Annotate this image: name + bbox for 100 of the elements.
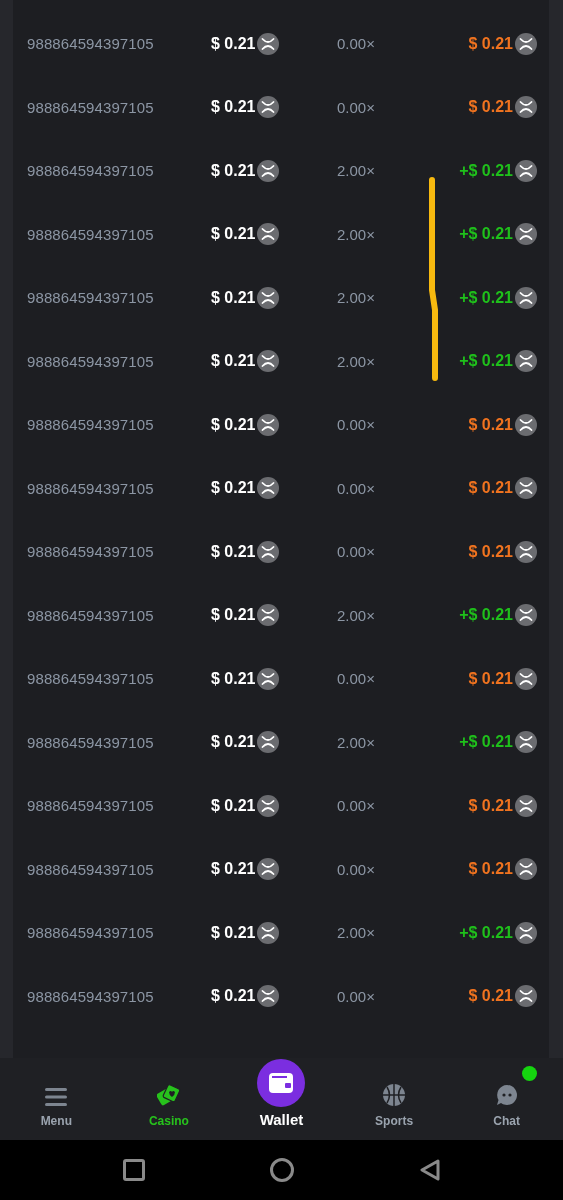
bet-id: 988864594397105 — [27, 289, 155, 307]
coin-icon — [257, 794, 280, 817]
bet-id: 988864594397105 — [27, 35, 155, 53]
payout-amount: $ 0.21 — [468, 415, 513, 434]
coin-icon — [515, 794, 537, 817]
bet-amount: $ 0.21 — [211, 161, 256, 180]
coin-icon — [515, 604, 537, 627]
nav-tab[interactable]: Casino — [112, 1084, 226, 1128]
bet-amount: $ 0.21 — [211, 542, 256, 561]
multiplier: 0.00× — [337, 543, 376, 561]
bet-id: 988864594397105 — [27, 924, 155, 942]
payout-amount: +$ 0.21 — [459, 225, 513, 244]
coin-icon — [515, 96, 537, 119]
bet-amount: $ 0.21 — [211, 733, 256, 752]
bet-id: 988864594397105 — [27, 543, 155, 561]
cards-icon — [156, 1084, 181, 1106]
coin-icon — [515, 350, 537, 373]
multiplier: 2.00× — [337, 924, 376, 942]
coin-icon — [257, 604, 280, 627]
payout-amount: $ 0.21 — [468, 987, 513, 1006]
multiplier: 2.00× — [337, 733, 376, 751]
coin-icon — [515, 286, 537, 309]
payout-amount: $ 0.21 — [468, 98, 513, 117]
coin-icon — [515, 858, 537, 881]
multiplier: 2.00× — [337, 352, 376, 370]
multiplier: 2.00× — [337, 606, 376, 624]
basketball-icon — [383, 1084, 406, 1106]
coin-icon — [257, 921, 280, 944]
payout-amount: $ 0.21 — [468, 542, 513, 561]
coin-icon — [515, 413, 537, 436]
bet-id: 988864594397105 — [27, 416, 155, 434]
coin-icon — [257, 32, 280, 55]
bet-amount: $ 0.21 — [211, 225, 256, 244]
coin-icon — [257, 413, 280, 436]
bet-amount: $ 0.21 — [211, 606, 256, 625]
bet-id: 988864594397105 — [27, 733, 155, 751]
coin-icon — [257, 667, 280, 690]
bet-id: 988864594397105 — [27, 225, 155, 243]
coin-icon — [515, 159, 537, 182]
nav-tab[interactable]: Sports — [337, 1084, 451, 1128]
coin-icon — [515, 540, 537, 563]
multiplier: 2.00× — [337, 162, 376, 180]
coin-icon — [515, 985, 537, 1008]
multiplier: 0.00× — [337, 987, 376, 1005]
back-button[interactable] — [418, 1159, 441, 1181]
bet-amount: $ 0.21 — [211, 34, 256, 53]
multiplier: 0.00× — [337, 670, 376, 688]
coin-icon — [257, 223, 280, 246]
coin-icon — [257, 159, 280, 182]
chat-icon — [495, 1084, 518, 1106]
menu-icon — [45, 1088, 68, 1106]
bet-amount: $ 0.21 — [211, 479, 256, 498]
coin-icon — [257, 96, 280, 119]
bet-amount: $ 0.21 — [211, 288, 256, 307]
multiplier: 0.00× — [337, 797, 376, 815]
bet-id: 988864594397105 — [27, 670, 155, 688]
multiplier: 0.00× — [337, 98, 376, 116]
payout-amount: $ 0.21 — [468, 796, 513, 815]
coin-icon — [257, 858, 280, 881]
bet-id: 988864594397105 — [27, 606, 155, 624]
coin-icon — [257, 477, 280, 500]
nav-tab[interactable]: Menu — [0, 1088, 113, 1128]
multiplier: 0.00× — [337, 35, 376, 53]
multiplier: 0.00× — [337, 416, 376, 434]
coin-icon — [515, 921, 537, 944]
coin-icon — [257, 731, 280, 754]
coin-icon — [257, 286, 280, 309]
bet-id: 988864594397105 — [27, 479, 155, 497]
home-button[interactable] — [269, 1158, 294, 1182]
coin-icon — [515, 477, 537, 500]
wallet-icon — [269, 1073, 294, 1093]
coin-icon — [515, 32, 537, 55]
bet-id: 988864594397105 — [27, 860, 155, 878]
coin-icon — [515, 667, 537, 690]
payout-amount: $ 0.21 — [468, 479, 513, 498]
coin-icon — [257, 350, 280, 373]
payout-amount: +$ 0.21 — [459, 161, 513, 180]
bet-id: 988864594397105 — [27, 987, 155, 1005]
multiplier: 0.00× — [337, 479, 376, 497]
payout-amount: +$ 0.21 — [459, 606, 513, 625]
bet-amount: $ 0.21 — [211, 415, 256, 434]
bet-id: 988864594397105 — [27, 162, 155, 180]
nav-tab[interactable]: Wallet — [225, 1059, 338, 1128]
nav-tab[interactable]: Chat — [450, 1084, 563, 1128]
payout-amount: $ 0.21 — [468, 34, 513, 53]
bet-amount: $ 0.21 — [211, 98, 256, 117]
payout-amount: +$ 0.21 — [459, 288, 513, 307]
multiplier: 2.00× — [337, 225, 376, 243]
multiplier: 2.00× — [337, 289, 376, 307]
payout-amount: +$ 0.21 — [459, 352, 513, 371]
bet-id: 988864594397105 — [27, 352, 155, 370]
payout-amount: $ 0.21 — [468, 860, 513, 879]
recents-button[interactable] — [122, 1159, 145, 1181]
bet-id: 988864594397105 — [27, 98, 155, 116]
multiplier: 0.00× — [337, 860, 376, 878]
coin-icon — [257, 985, 280, 1008]
bet-amount: $ 0.21 — [211, 987, 256, 1006]
coin-icon — [515, 223, 537, 246]
payout-amount: +$ 0.21 — [459, 733, 513, 752]
payout-amount: +$ 0.21 — [459, 923, 513, 942]
